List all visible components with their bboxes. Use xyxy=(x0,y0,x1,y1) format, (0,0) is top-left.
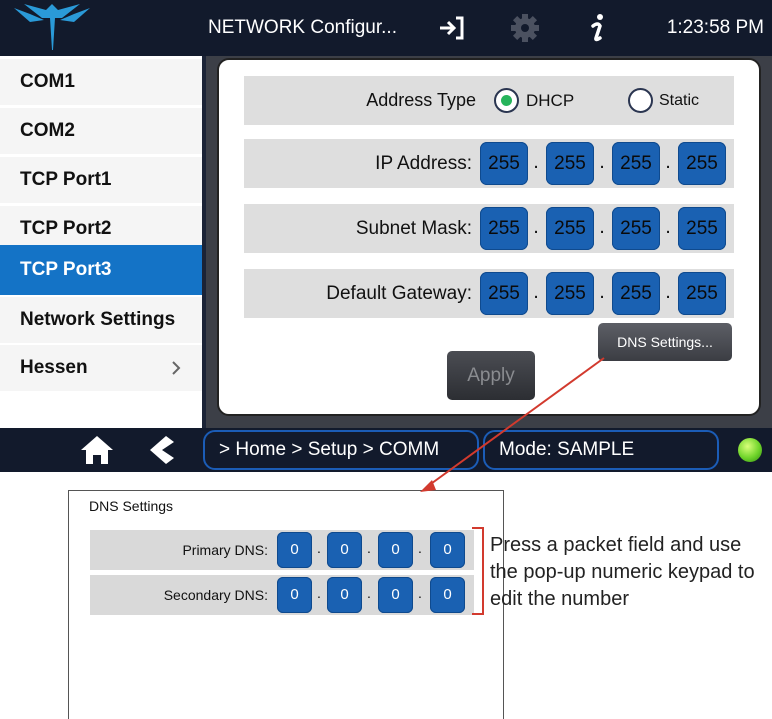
octet-separator: . xyxy=(533,216,539,238)
subnet-mask-row: Subnet Mask: 255 . 255 . 255 . 255 xyxy=(244,204,734,253)
secondary-dns-row: Secondary DNS: 0 . 0 . 0 . 0 xyxy=(90,575,474,615)
octet-separator: . xyxy=(418,540,422,556)
primary-dns-octet-1[interactable]: 0 xyxy=(277,532,312,568)
address-type-label: Address Type xyxy=(366,90,476,110)
dhcp-radio[interactable] xyxy=(494,88,519,113)
octet-separator: . xyxy=(533,151,539,173)
sidebar-item-label: Hessen xyxy=(20,357,88,378)
secondary-dns-octet-1[interactable]: 0 xyxy=(277,577,312,613)
secondary-dns-octet-2[interactable]: 0 xyxy=(327,577,362,613)
bottom-bar: > Home > Setup > COMM Mode: SAMPLE xyxy=(0,428,772,472)
apply-button[interactable]: Apply xyxy=(447,351,535,400)
ip-address-octet-1[interactable]: 255 xyxy=(480,142,528,185)
default-gateway-octet-3[interactable]: 255 xyxy=(612,272,660,315)
subnet-mask-octet-2[interactable]: 255 xyxy=(546,207,594,250)
octet-separator: . xyxy=(533,281,539,303)
clock: 1:23:58 PM xyxy=(666,17,764,38)
secondary-dns-label: Secondary DNS: xyxy=(163,587,268,603)
octet-separator: . xyxy=(599,151,605,173)
ip-address-octet-2[interactable]: 255 xyxy=(546,142,594,185)
top-bar: NETWORK Configur... 1:23:58 PM xyxy=(0,0,772,56)
ip-address-row: IP Address: 255 . 255 . 255 . 255 xyxy=(244,139,734,188)
home-icon[interactable] xyxy=(80,434,114,466)
mode-status: Mode: SAMPLE xyxy=(483,430,719,470)
breadcrumb: > Home > Setup > COMM xyxy=(203,430,479,470)
sidebar-item-com1[interactable]: COM1 xyxy=(0,59,202,105)
secondary-dns-octet-3[interactable]: 0 xyxy=(378,577,413,613)
back-icon[interactable] xyxy=(146,434,176,466)
default-gateway-octet-4[interactable]: 255 xyxy=(678,272,726,315)
ip-address-octet-4[interactable]: 255 xyxy=(678,142,726,185)
sidebar-item-com2[interactable]: COM2 xyxy=(0,108,202,154)
static-radio[interactable] xyxy=(628,88,653,113)
sign-in-icon[interactable] xyxy=(430,10,470,46)
dns-settings-popup: DNS Settings Primary DNS: 0 . 0 . 0 . 0 … xyxy=(68,490,504,719)
sidebar-item-tcp-port1[interactable]: TCP Port1 xyxy=(0,157,202,203)
sidebar-item-network-settings[interactable]: Network Settings xyxy=(0,297,202,343)
default-gateway-octet-1[interactable]: 255 xyxy=(480,272,528,315)
octet-separator: . xyxy=(599,216,605,238)
static-radio-label[interactable]: Static xyxy=(659,76,699,125)
primary-dns-octet-3[interactable]: 0 xyxy=(378,532,413,568)
octet-separator: . xyxy=(317,585,321,601)
sidebar-item-hessen[interactable]: Hessen xyxy=(0,345,202,391)
sidebar: COM1 COM2 TCP Port1 TCP Port2 TCP Port3 … xyxy=(0,56,206,428)
subnet-mask-octet-4[interactable]: 255 xyxy=(678,207,726,250)
primary-dns-label: Primary DNS: xyxy=(182,542,268,558)
subnet-mask-octet-3[interactable]: 255 xyxy=(612,207,660,250)
ip-address-label: IP Address: xyxy=(375,153,472,174)
sidebar-item-label: TCP Port2 xyxy=(20,218,112,239)
address-type-row: Address Type DHCP Static xyxy=(244,76,734,125)
octet-separator: . xyxy=(599,281,605,303)
primary-dns-row: Primary DNS: 0 . 0 . 0 . 0 xyxy=(90,530,474,570)
octet-separator: . xyxy=(665,281,671,303)
gear-icon[interactable] xyxy=(505,10,545,46)
page-title: NETWORK Configur... xyxy=(208,17,397,38)
octet-separator: . xyxy=(665,216,671,238)
primary-dns-octet-4[interactable]: 0 xyxy=(430,532,465,568)
secondary-dns-octet-4[interactable]: 0 xyxy=(430,577,465,613)
octet-separator: . xyxy=(665,151,671,173)
chevron-right-icon xyxy=(168,359,184,377)
default-gateway-label: Default Gateway: xyxy=(326,283,472,304)
dhcp-radio-label[interactable]: DHCP xyxy=(526,76,574,125)
status-led xyxy=(738,438,762,462)
dns-popup-title: DNS Settings xyxy=(89,498,174,514)
default-gateway-octet-2[interactable]: 255 xyxy=(546,272,594,315)
annotation-note: Press a packet field and use the pop-up … xyxy=(490,534,755,610)
primary-dns-octet-2[interactable]: 0 xyxy=(327,532,362,568)
dns-settings-button[interactable]: DNS Settings... xyxy=(598,323,732,361)
teledyne-logo xyxy=(0,0,200,56)
sidebar-item-label: Network Settings xyxy=(20,309,176,330)
sidebar-item-label: TCP Port1 xyxy=(20,169,112,190)
octet-separator: . xyxy=(418,585,422,601)
sidebar-item-label: COM1 xyxy=(20,71,75,92)
octet-separator: . xyxy=(317,540,321,556)
sidebar-item-label: COM2 xyxy=(20,120,75,141)
sidebar-item-tcp-port3[interactable]: TCP Port3 xyxy=(0,245,202,295)
annotation-bracket xyxy=(472,527,484,615)
octet-separator: . xyxy=(367,540,371,556)
subnet-mask-label: Subnet Mask: xyxy=(355,218,472,239)
octet-separator: . xyxy=(367,585,371,601)
info-icon[interactable] xyxy=(578,10,618,46)
subnet-mask-octet-1[interactable]: 255 xyxy=(480,207,528,250)
ip-address-octet-3[interactable]: 255 xyxy=(612,142,660,185)
sidebar-item-label: TCP Port3 xyxy=(20,259,112,280)
default-gateway-row: Default Gateway: 255 . 255 . 255 . 255 xyxy=(244,269,734,318)
